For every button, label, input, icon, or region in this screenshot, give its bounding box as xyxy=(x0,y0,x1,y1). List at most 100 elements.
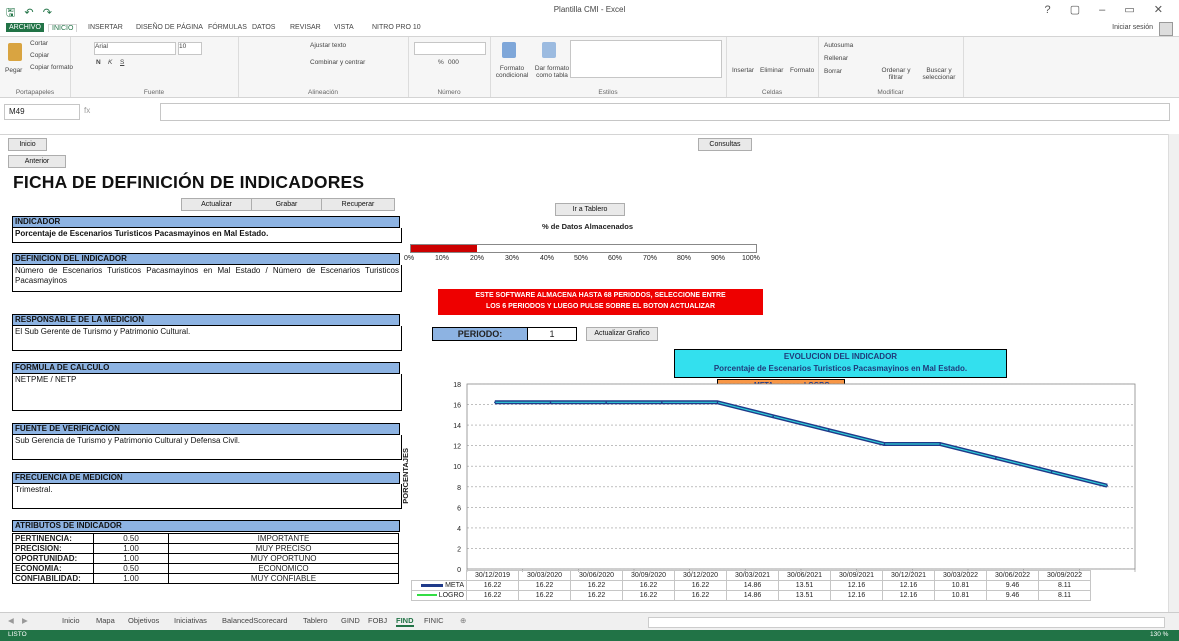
attr-value: 1.00 xyxy=(93,543,169,554)
tab-nitro[interactable]: NITRO PRO 10 xyxy=(372,24,421,31)
conditional-format-button[interactable]: Formato condicional xyxy=(494,65,530,79)
percent-button[interactable]: % xyxy=(438,59,444,66)
table-header-cell: 30/06/2021 xyxy=(778,570,831,581)
tab-scroll-right-icon[interactable]: ▶ xyxy=(22,616,28,625)
cut-button[interactable]: Cortar xyxy=(30,40,48,47)
conditional-format-icon[interactable] xyxy=(502,42,516,58)
name-box[interactable]: M49 xyxy=(4,104,80,120)
table-header-cell: 30/03/2022 xyxy=(934,570,987,581)
y-tick-label: 2 xyxy=(457,546,461,553)
section-formula-body: NETPME / NETP xyxy=(12,374,402,411)
window-controls[interactable]: ? ▢ – ▭ ✕ xyxy=(1045,3,1171,16)
font-name-select[interactable]: Arial xyxy=(94,42,176,55)
y-tick-label: 8 xyxy=(457,485,461,492)
periodo-label: PERIODO: xyxy=(432,327,528,341)
status-mode: LISTO xyxy=(8,631,27,638)
cell-styles-gallery[interactable] xyxy=(570,40,722,78)
grabar-button[interactable]: Grabar xyxy=(251,198,322,211)
format-painter-button[interactable]: Copiar formato xyxy=(30,64,73,71)
table-cell: 12.16 xyxy=(830,590,883,601)
bold-button[interactable]: N xyxy=(96,59,101,66)
sheet-tab-objetivos[interactable]: Objetivos xyxy=(128,616,159,625)
insert-cells-button[interactable]: Insertar xyxy=(732,67,754,74)
window-title: Plantilla CMI - Excel xyxy=(553,5,626,14)
tab-datos[interactable]: DATOS xyxy=(252,24,275,31)
table-cell: 16.22 xyxy=(570,580,623,591)
table-cell: 12.16 xyxy=(882,590,935,601)
series-header-logro: LOGRO xyxy=(411,590,467,601)
format-table-icon[interactable] xyxy=(542,42,556,58)
tab-diseno-pagina[interactable]: DISEÑO DE PÁGINA xyxy=(136,24,203,31)
title-bar: 🖫 ↶ ↷ Plantilla CMI - Excel ? ▢ – ▭ ✕ xyxy=(0,0,1179,22)
actualizar-grafico-button[interactable]: Actualizar Grafico xyxy=(586,327,658,341)
ribbon-tabs: ARCHIVO INICIO INSERTAR DISEÑO DE PÁGINA… xyxy=(0,22,1179,36)
sign-in-link[interactable]: Iniciar sesión xyxy=(1112,24,1153,31)
sheet-tab-balancedscorecard[interactable]: BalancedScorecard xyxy=(222,616,287,625)
delete-cells-button[interactable]: Eliminar xyxy=(760,67,783,74)
tab-inicio[interactable]: INICIO xyxy=(48,24,78,32)
tab-scroll-left-icon[interactable]: ◀ xyxy=(8,616,14,625)
series-header-meta: META xyxy=(411,580,467,591)
table-cell: 16.22 xyxy=(674,580,727,591)
logro-swatch xyxy=(416,594,437,597)
table-header-cell: 30/06/2020 xyxy=(570,570,623,581)
underline-button[interactable]: S xyxy=(120,59,124,66)
anterior-button[interactable]: Anterior xyxy=(8,155,66,168)
group-editing: Autosuma Rellenar Borrar Ordenar y filtr… xyxy=(818,37,964,97)
table-header-cell: 30/03/2021 xyxy=(726,570,779,581)
sheet-tab-tablero[interactable]: Tablero xyxy=(303,616,328,625)
format-table-button[interactable]: Dar formato como tabla xyxy=(532,65,572,79)
data-point xyxy=(494,401,496,404)
autosum-button[interactable]: Autosuma xyxy=(824,42,853,49)
merge-center-button[interactable]: Combinar y centrar xyxy=(310,59,365,66)
avatar[interactable] xyxy=(1159,22,1173,36)
paste-icon[interactable] xyxy=(8,43,22,61)
paste-button[interactable]: Pegar xyxy=(5,67,22,74)
wrap-text-button[interactable]: Ajustar texto xyxy=(310,42,346,49)
data-point xyxy=(605,401,607,404)
tab-vista[interactable]: VISTA xyxy=(334,24,354,31)
sheet-tab-inicio[interactable]: Inicio xyxy=(62,616,80,625)
sheet-tab-iniciativas[interactable]: Iniciativas xyxy=(174,616,207,625)
formula-input[interactable] xyxy=(160,103,1170,121)
actualizar-button[interactable]: Actualizar xyxy=(181,198,252,211)
fill-button[interactable]: Rellenar xyxy=(824,55,848,62)
attributes-table: PERTINENCIA: 0.50 IMPORTANTE PRECISION: … xyxy=(12,533,399,584)
clear-button[interactable]: Borrar xyxy=(824,68,842,75)
inicio-button[interactable]: Inicio xyxy=(8,138,47,151)
sheet-tab-fobj[interactable]: FOBJ xyxy=(368,616,387,625)
font-size-select[interactable]: 10 xyxy=(178,42,202,55)
ir-tablero-button[interactable]: Ir a Tablero xyxy=(555,203,625,216)
tab-formulas[interactable]: FÓRMULAS xyxy=(208,24,247,31)
format-cells-button[interactable]: Formato xyxy=(790,67,814,74)
sheet-tab-gind[interactable]: GIND xyxy=(341,616,360,625)
y-tick-label: 6 xyxy=(457,505,461,512)
recuperar-button[interactable]: Recuperar xyxy=(321,198,395,211)
sheet-tab-finic[interactable]: FINIC xyxy=(424,616,444,625)
consultas-button[interactable]: Consultas xyxy=(698,138,752,151)
add-sheet-icon[interactable]: ⊕ xyxy=(460,616,466,625)
thousands-button[interactable]: 000 xyxy=(448,59,459,66)
table-cell: 16.22 xyxy=(466,590,519,601)
tab-revisar[interactable]: REVISAR xyxy=(290,24,321,31)
italic-button[interactable]: K xyxy=(108,59,112,66)
vertical-scrollbar[interactable] xyxy=(1168,134,1179,612)
find-select-button[interactable]: Buscar y seleccionar xyxy=(918,67,960,81)
zoom-level[interactable]: 130 % xyxy=(1150,631,1168,638)
number-format-select[interactable] xyxy=(414,42,486,55)
tab-archivo[interactable]: ARCHIVO xyxy=(6,23,44,32)
insert-function-icon[interactable]: fx xyxy=(84,106,90,115)
tab-insertar[interactable]: INSERTAR xyxy=(88,24,123,31)
horizontal-scrollbar[interactable] xyxy=(648,617,1165,628)
sheet-tab-mapa[interactable]: Mapa xyxy=(96,616,115,625)
table-header-cell: 30/09/2020 xyxy=(622,570,675,581)
sheet-tab-find[interactable]: FIND xyxy=(396,616,414,627)
attr-name: PRECISION: xyxy=(12,543,94,554)
periodo-input[interactable]: 1 xyxy=(527,327,577,341)
section-responsable-header: RESPONSABLE DE LA MEDICION xyxy=(12,314,400,326)
table-cell: 16.22 xyxy=(466,580,519,591)
sort-filter-button[interactable]: Ordenar y filtrar xyxy=(878,67,914,81)
copy-button[interactable]: Copiar xyxy=(30,52,49,59)
progress-tick: 90% xyxy=(711,255,726,262)
attr-name: ECONOMIA: xyxy=(12,563,94,574)
